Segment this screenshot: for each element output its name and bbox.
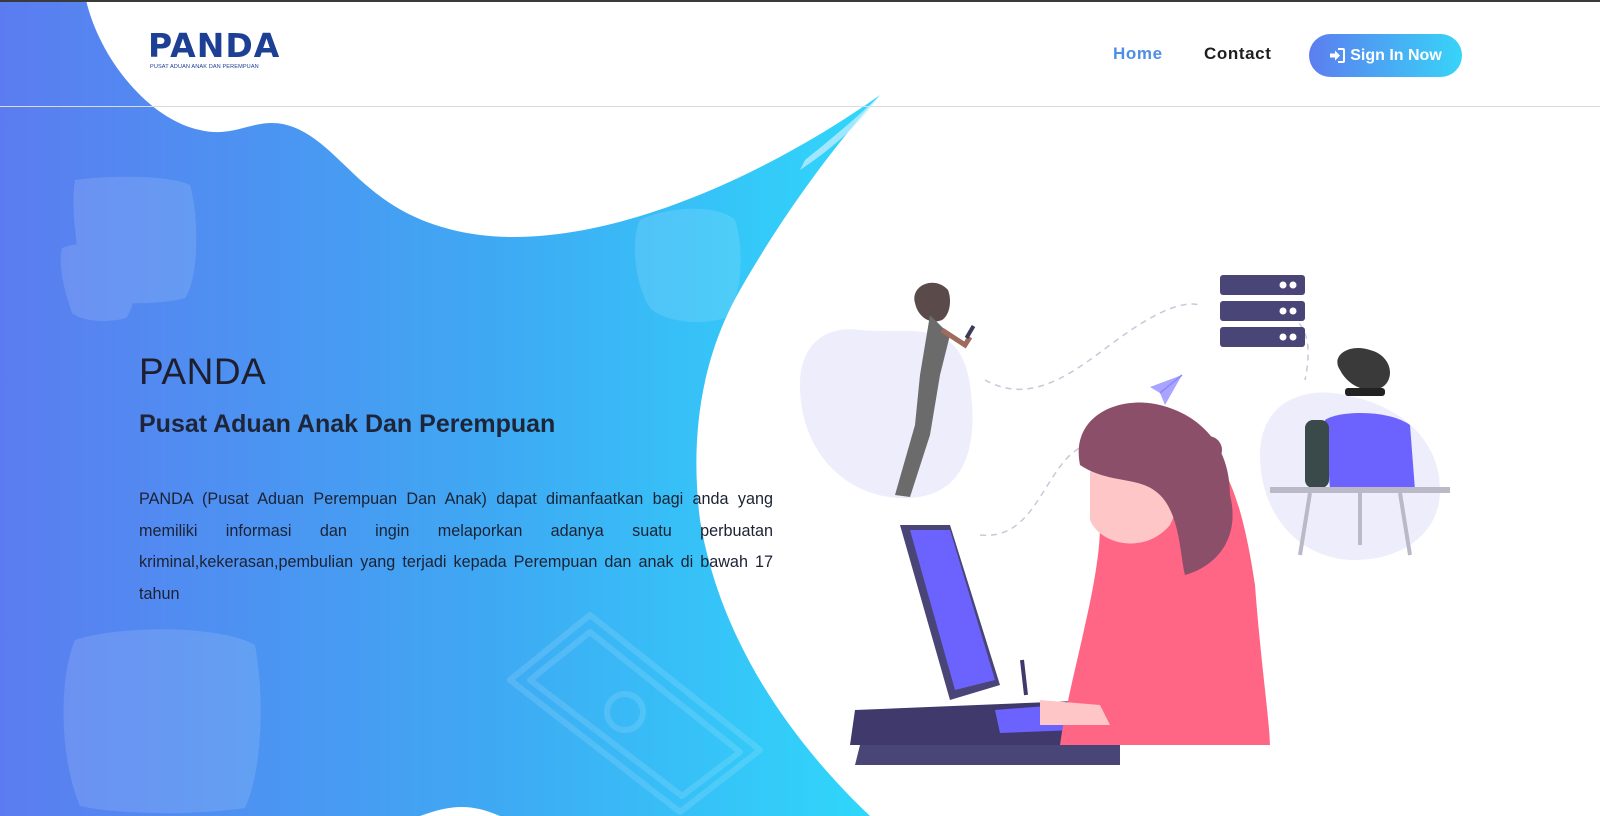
logo-wordmark: PANDA [148, 26, 281, 65]
nav-link-home[interactable]: Home [1113, 44, 1163, 64]
hero-illustration [800, 275, 1450, 765]
server-icon [1220, 275, 1305, 347]
person-at-desk-figure [1260, 347, 1450, 560]
sign-in-label: Sign In Now [1350, 46, 1442, 64]
logo-tagline: PUSAT ADUAN ANAK DAN PEREMPUAN [150, 64, 259, 70]
hero-title: PANDA [139, 351, 267, 392]
nav-link-contact[interactable]: Contact [1204, 44, 1271, 64]
sign-in-button[interactable]: Sign In Now [1309, 34, 1462, 77]
top-border [0, 0, 1600, 2]
brand-logo[interactable]: PANDA PUSAT ADUAN ANAK DAN PEREMPUAN [148, 28, 279, 74]
sign-in-icon [1330, 48, 1346, 63]
person-with-phone-figure [800, 282, 976, 499]
paper-plane-icon [1150, 374, 1183, 405]
hero-description: PANDA (Pusat Aduan Perempuan Dan Anak) d… [139, 490, 773, 603]
site-header: PANDA PUSAT ADUAN ANAK DAN PEREMPUAN Hom… [0, 2, 1600, 107]
hero-section: PANDA Pusat Aduan Anak Dan Perempuan PAN… [139, 350, 773, 610]
hero-subtitle: Pusat Aduan Anak Dan Perempuan [139, 410, 556, 438]
